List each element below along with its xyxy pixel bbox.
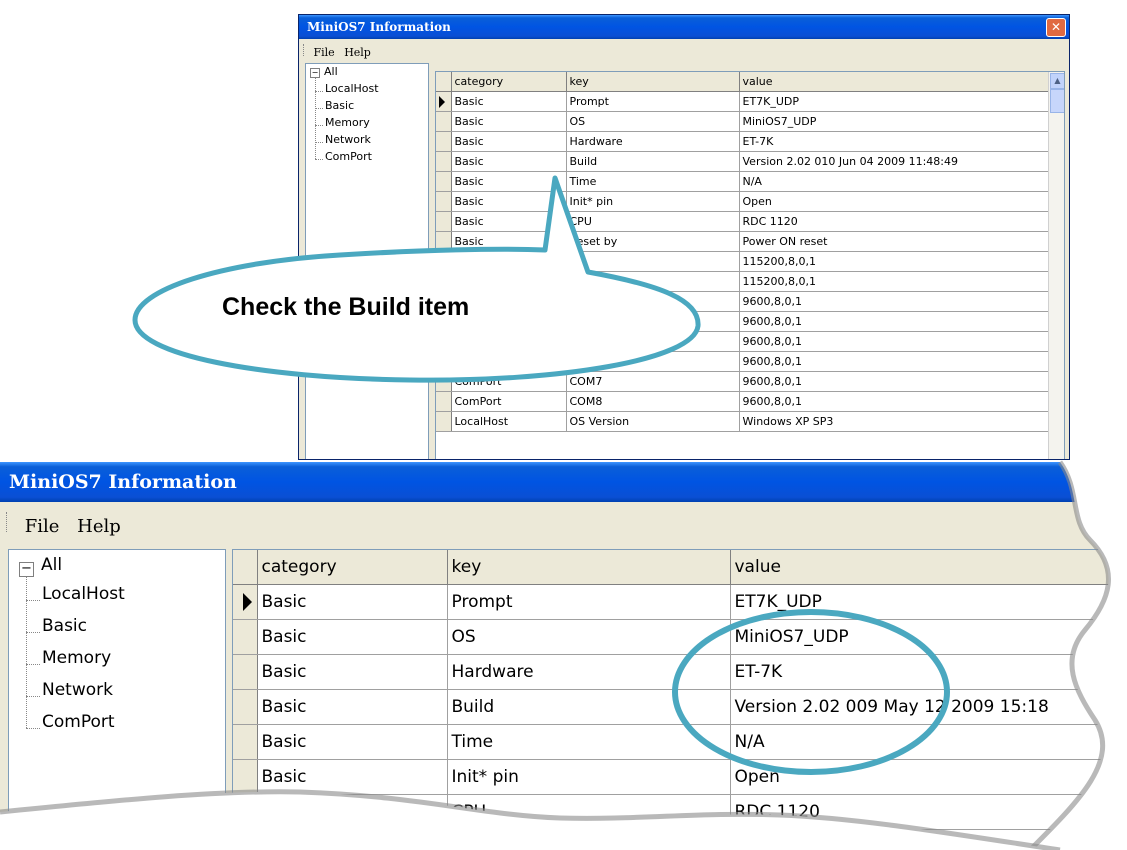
torn-paper-overlay: [0, 175, 1127, 850]
callout-bubble: [132, 175, 701, 383]
build-highlight-ellipse: [672, 609, 950, 775]
torn-edge-bottom: [0, 791, 1060, 850]
callout-text: Check the Build item: [222, 293, 470, 321]
